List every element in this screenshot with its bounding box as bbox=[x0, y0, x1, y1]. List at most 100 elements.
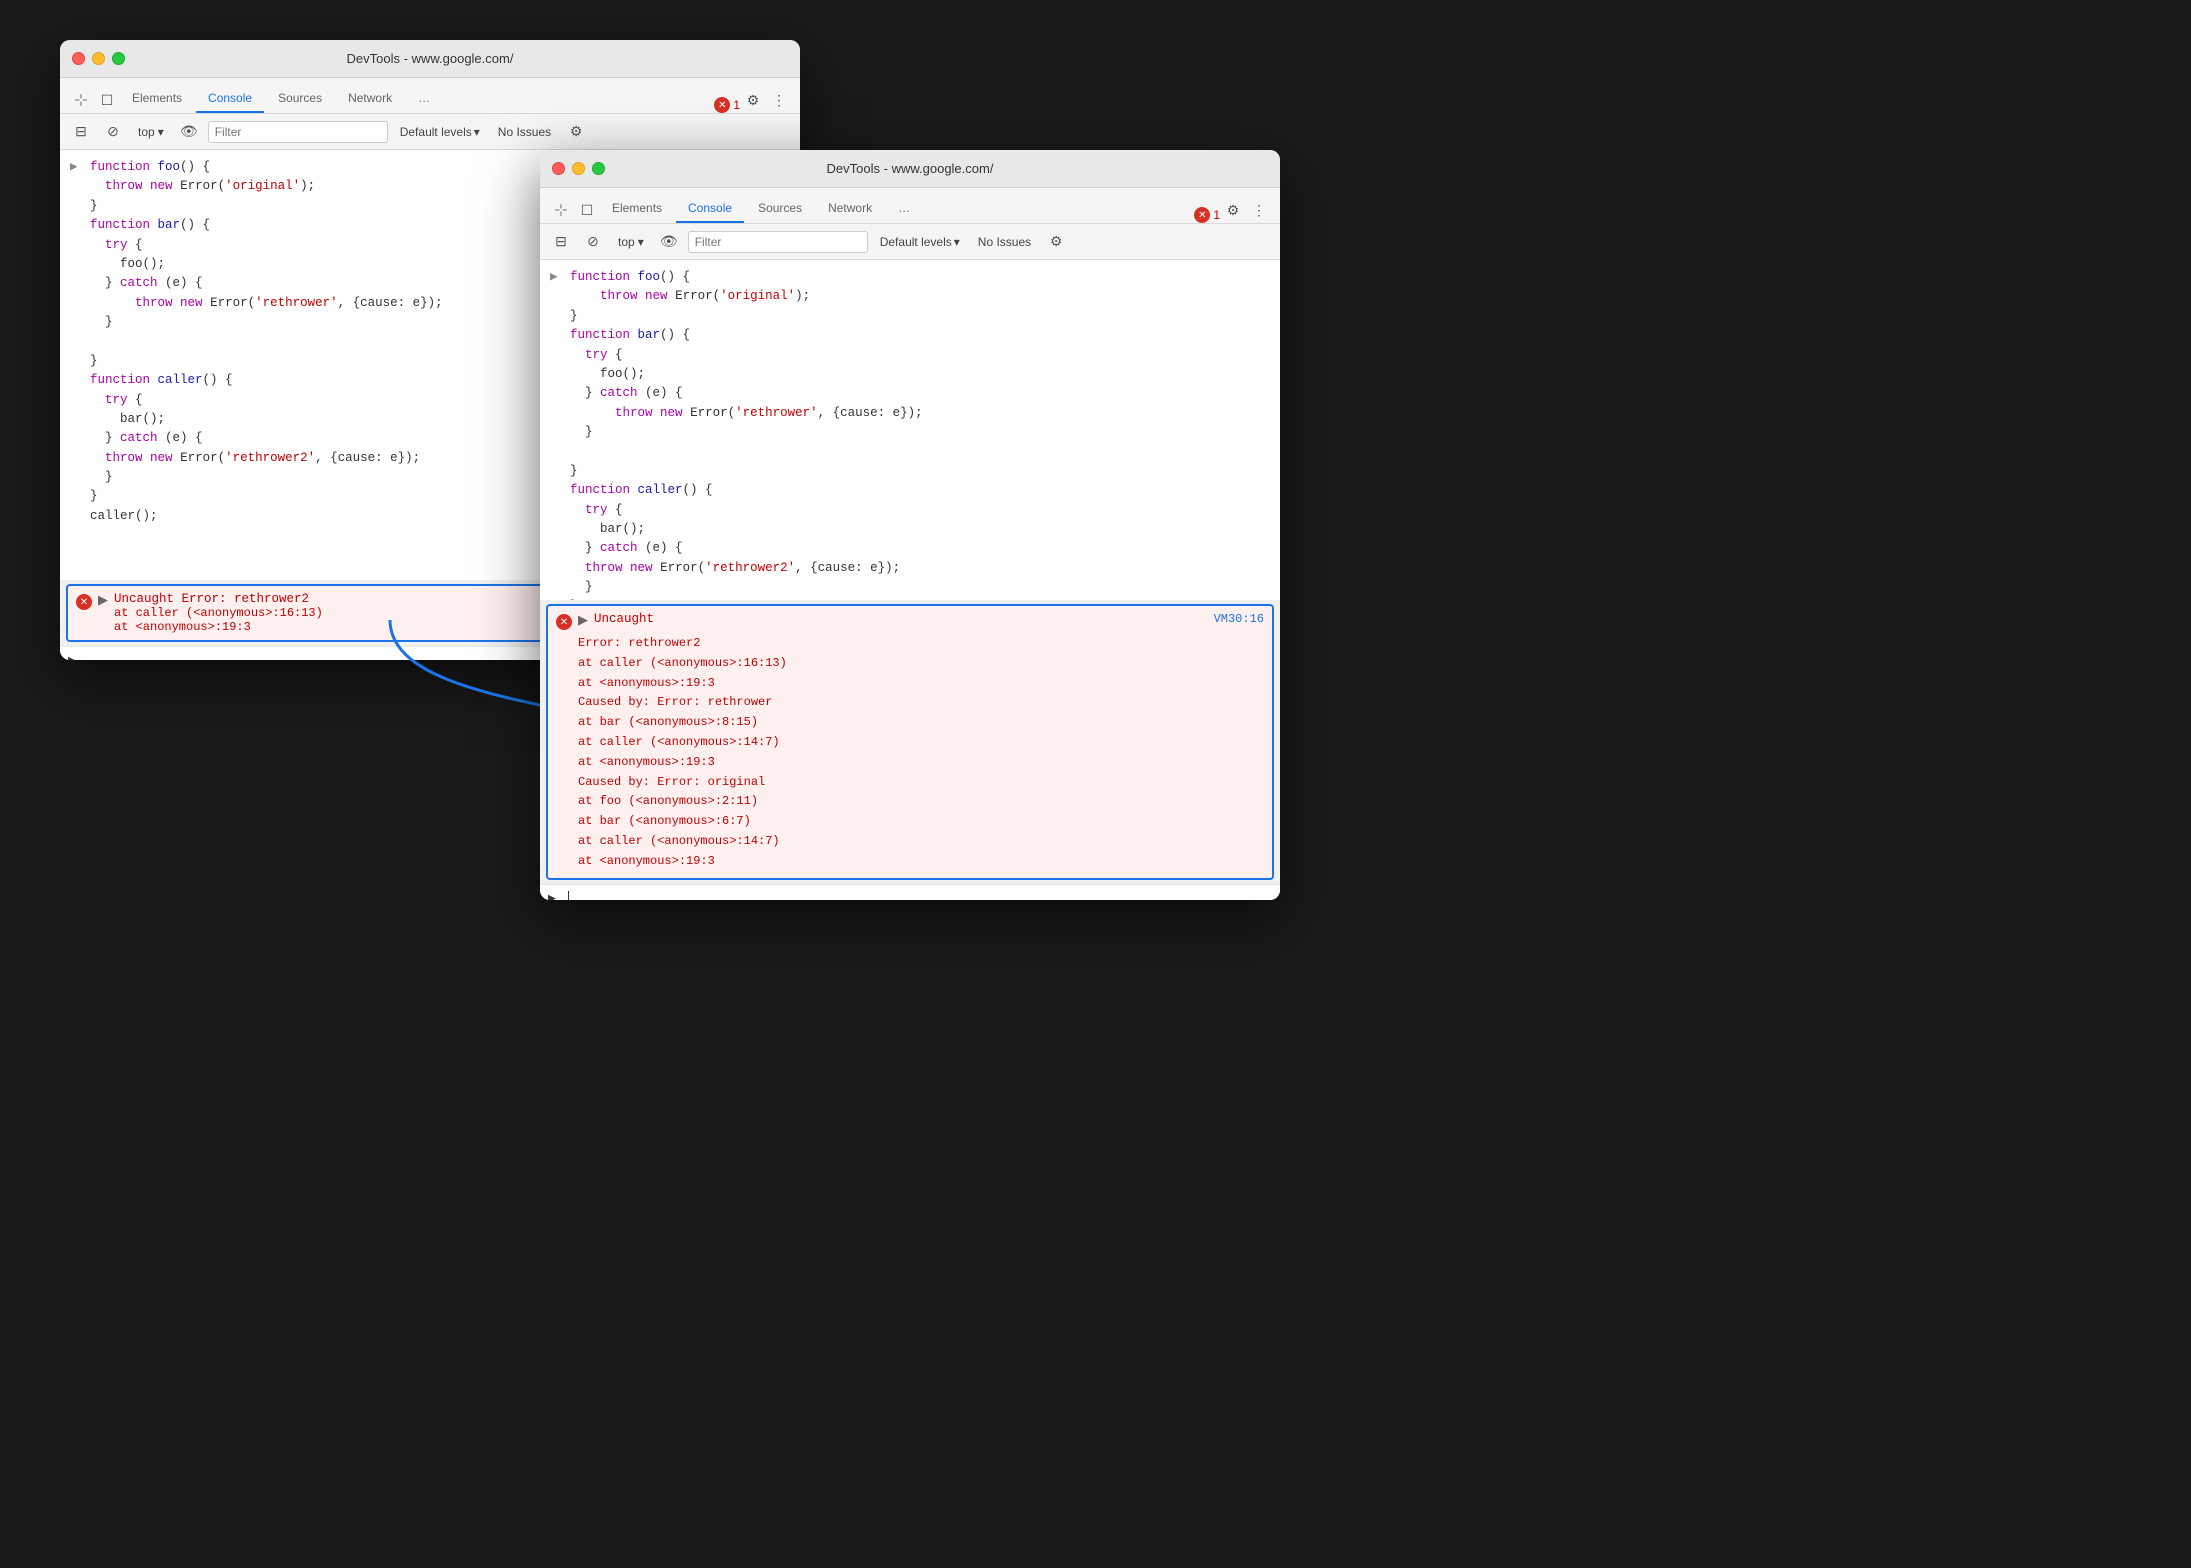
settings-icon-back[interactable]: ⚙ bbox=[740, 87, 766, 113]
prompt-symbol-front: ▶ bbox=[548, 891, 556, 900]
prompt-line-front[interactable]: ▶ bbox=[540, 884, 1280, 900]
f-code-line-5: try { bbox=[540, 346, 1280, 365]
f-code-line-1: ▶function foo() { bbox=[540, 268, 1280, 287]
tab-console-front[interactable]: Console bbox=[676, 195, 744, 223]
device-icon-front[interactable]: ☐ bbox=[574, 197, 600, 223]
console-toolbar-back: ⊟ ⊘ top ▾ 👁 Default levels ▾ No Issues ⚙ bbox=[60, 114, 800, 150]
inspect-icon[interactable]: ⊹ bbox=[68, 87, 94, 113]
f-code-line-6: foo(); bbox=[540, 365, 1280, 384]
error-icon-back: ✕ bbox=[76, 594, 92, 610]
error-line-3: Caused by: Error: rethrower bbox=[578, 693, 1264, 713]
error-count-icon-front: ✕ bbox=[1194, 207, 1210, 223]
error-line-6: at <anonymous>:19:3 bbox=[578, 753, 1264, 773]
clear-console-front[interactable]: ⊘ bbox=[580, 229, 606, 255]
vm-link-front[interactable]: VM30:16 bbox=[1214, 612, 1264, 626]
f-code-line-11: } bbox=[540, 462, 1280, 481]
error-line-1: at caller (<anonymous>:16:13) bbox=[578, 654, 1264, 674]
chevron-down-icon-levels-front: ▾ bbox=[954, 235, 960, 249]
default-levels-front[interactable]: Default levels ▾ bbox=[874, 232, 966, 252]
error-line-7: Caused by: Error: original bbox=[578, 773, 1264, 793]
eye-icon-back[interactable]: 👁 bbox=[176, 119, 202, 145]
error-expanded-content: Error: rethrower2 at caller (<anonymous>… bbox=[548, 632, 1272, 878]
settings-console-front[interactable]: ⚙ bbox=[1043, 229, 1069, 255]
f-code-line-3: } bbox=[540, 307, 1280, 326]
console-toolbar-front: ⊟ ⊘ top ▾ 👁 Default levels ▾ No Issues ⚙ bbox=[540, 224, 1280, 260]
sidebar-toggle-front[interactable]: ⊟ bbox=[548, 229, 574, 255]
tab-bar-back: ⊹ ☐ Elements Console Sources Network … ✕… bbox=[60, 78, 800, 114]
tab-more-front[interactable]: … bbox=[886, 195, 922, 223]
f-code-line-4: function bar() { bbox=[540, 326, 1280, 345]
tab-network-back[interactable]: Network bbox=[336, 85, 404, 113]
error-stack-2-back: at <anonymous>:19:3 bbox=[114, 620, 323, 634]
tab-elements-front[interactable]: Elements bbox=[600, 195, 674, 223]
f-code-line-13: try { bbox=[540, 501, 1280, 520]
f-code-line-14: bar(); bbox=[540, 520, 1280, 539]
error-line-4: at bar (<anonymous>:8:15) bbox=[578, 713, 1264, 733]
maximize-button-back[interactable] bbox=[112, 52, 125, 65]
context-selector-front[interactable]: top ▾ bbox=[612, 232, 650, 252]
f-code-line-15: } catch (e) { bbox=[540, 539, 1280, 558]
chevron-down-icon-front: ▾ bbox=[638, 235, 644, 249]
filter-input-back[interactable] bbox=[208, 121, 388, 143]
error-count-back: 1 bbox=[733, 98, 740, 112]
more-icon-front[interactable]: ⋮ bbox=[1246, 197, 1272, 223]
tab-sources-back[interactable]: Sources bbox=[266, 85, 334, 113]
f-code-line-16: throw new Error('rethrower2', {cause: e}… bbox=[540, 559, 1280, 578]
tab-sources-front[interactable]: Sources bbox=[746, 195, 814, 223]
f-code-line-9: } bbox=[540, 423, 1280, 442]
error-icon-front: ✕ bbox=[556, 614, 572, 630]
minimize-button-back[interactable] bbox=[92, 52, 105, 65]
error-badge-front[interactable]: ✕ 1 bbox=[1194, 207, 1220, 223]
tab-network-front[interactable]: Network bbox=[816, 195, 884, 223]
error-line-2: at <anonymous>:19:3 bbox=[578, 674, 1264, 694]
settings-console-back[interactable]: ⚙ bbox=[563, 119, 589, 145]
chevron-down-icon-back: ▾ bbox=[158, 125, 164, 139]
clear-console-back[interactable]: ⊘ bbox=[100, 119, 126, 145]
tab-console-back[interactable]: Console bbox=[196, 85, 264, 113]
f-code-line-12: function caller() { bbox=[540, 481, 1280, 500]
error-stack-1-back: at caller (<anonymous>:16:13) bbox=[114, 606, 323, 620]
tab-elements-back[interactable]: Elements bbox=[120, 85, 194, 113]
minimize-button-front[interactable] bbox=[572, 162, 585, 175]
context-selector-back[interactable]: top ▾ bbox=[132, 122, 170, 142]
triangle-icon-back: ▶ bbox=[98, 592, 108, 608]
window-title-front: DevTools - www.google.com/ bbox=[827, 161, 994, 176]
device-icon[interactable]: ☐ bbox=[94, 87, 120, 113]
error-line-10: at caller (<anonymous>:14:7) bbox=[578, 832, 1264, 852]
maximize-button-front[interactable] bbox=[592, 162, 605, 175]
f-code-line-2: throw new Error('original'); bbox=[540, 287, 1280, 306]
f-code-line-18: } bbox=[540, 597, 1280, 600]
no-issues-front[interactable]: No Issues bbox=[972, 232, 1037, 252]
close-button-front[interactable] bbox=[552, 162, 565, 175]
f-code-line-17: } bbox=[540, 578, 1280, 597]
no-issues-back[interactable]: No Issues bbox=[492, 122, 557, 142]
error-count-icon-back: ✕ bbox=[714, 97, 730, 113]
inspect-icon-front[interactable]: ⊹ bbox=[548, 197, 574, 223]
traffic-lights-front bbox=[552, 162, 605, 175]
chevron-down-icon-levels-back: ▾ bbox=[474, 125, 480, 139]
error-main-back: Uncaught Error: rethrower2 bbox=[114, 592, 323, 606]
window-title-back: DevTools - www.google.com/ bbox=[347, 51, 514, 66]
error-content-back: Uncaught Error: rethrower2 at caller (<a… bbox=[114, 592, 323, 634]
eye-icon-front[interactable]: 👁 bbox=[656, 229, 682, 255]
tab-more-back[interactable]: … bbox=[406, 85, 442, 113]
error-count-front: 1 bbox=[1213, 208, 1220, 222]
default-levels-back[interactable]: Default levels ▾ bbox=[394, 122, 486, 142]
error-line-8: at foo (<anonymous>:2:11) bbox=[578, 792, 1264, 812]
error-line-9: at bar (<anonymous>:6:7) bbox=[578, 812, 1264, 832]
more-icon-back[interactable]: ⋮ bbox=[766, 87, 792, 113]
error-line-11: at <anonymous>:19:3 bbox=[578, 852, 1264, 872]
prompt-symbol-back: ▶ bbox=[68, 653, 76, 660]
filter-input-front[interactable] bbox=[688, 231, 868, 253]
devtools-window-front: DevTools - www.google.com/ ⊹ ☐ Elements … bbox=[540, 150, 1280, 900]
code-area-front: ▶function foo() { throw new Error('origi… bbox=[540, 260, 1280, 600]
sidebar-toggle-back[interactable]: ⊟ bbox=[68, 119, 94, 145]
error-highlight-box-front[interactable]: ✕ ▶ Uncaught VM30:16 Error: rethrower2 a… bbox=[546, 604, 1274, 880]
titlebar-back: DevTools - www.google.com/ bbox=[60, 40, 800, 78]
cursor-front bbox=[560, 891, 569, 900]
f-code-line-8: throw new Error('rethrower', {cause: e})… bbox=[540, 404, 1280, 423]
settings-icon-front[interactable]: ⚙ bbox=[1220, 197, 1246, 223]
close-button-back[interactable] bbox=[72, 52, 85, 65]
error-badge-back[interactable]: ✕ 1 bbox=[714, 97, 740, 113]
traffic-lights-back bbox=[72, 52, 125, 65]
